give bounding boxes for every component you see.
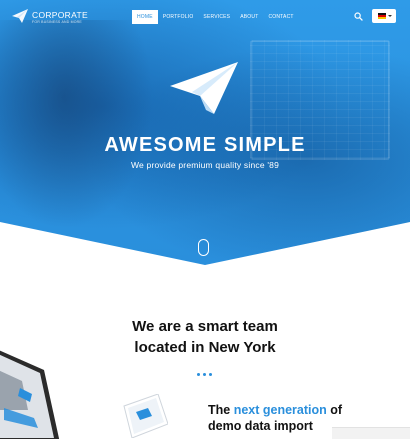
menu-item-about[interactable]: ABOUT [235,10,263,24]
hero-background-person [0,20,160,240]
about-heading-line-2: located in New York [134,339,276,356]
search-icon[interactable] [354,12,363,21]
language-switcher[interactable] [372,9,396,23]
menu-item-home[interactable]: HOME [132,10,158,24]
about-heading: We are a smart team located in New York [0,316,410,358]
mouse-scroll-icon[interactable] [198,239,209,256]
brand-name[interactable]: CORPORATE [32,10,88,20]
bottom-edge-panel [332,427,410,439]
hero-section [0,0,410,265]
main-menu: HOME PORTFOLIO SERVICES ABOUT CONTACT [132,10,299,24]
about-heading-line-1: We are a smart team [132,318,278,335]
feature-highlight: next generation [233,403,327,417]
menu-item-services[interactable]: SERVICES [198,10,235,24]
section-divider-dots [197,373,213,377]
feature-prefix: The [208,403,234,417]
feature-heading-line-1: The next generation of [208,402,408,418]
feature-suffix: of [326,403,343,417]
paper-plane-logo-icon[interactable] [12,9,28,23]
top-navigation: CORPORATE FOR BUSINESS AND MORE HOME POR… [0,0,410,36]
chevron-down-icon [388,15,392,17]
paper-plane-icon [170,62,238,114]
hero-title: AWESOME SIMPLE [104,134,306,156]
laptop-mockup-image [0,350,60,439]
german-flag-icon [378,13,386,19]
menu-item-contact[interactable]: CONTACT [263,10,298,24]
hero-subtitle: We provide premium quality since '89 [130,160,280,170]
phone-mockup-image [123,394,168,438]
brand-tagline: FOR BUSINESS AND MORE [32,20,82,24]
menu-item-portfolio[interactable]: PORTFOLIO [158,10,199,24]
